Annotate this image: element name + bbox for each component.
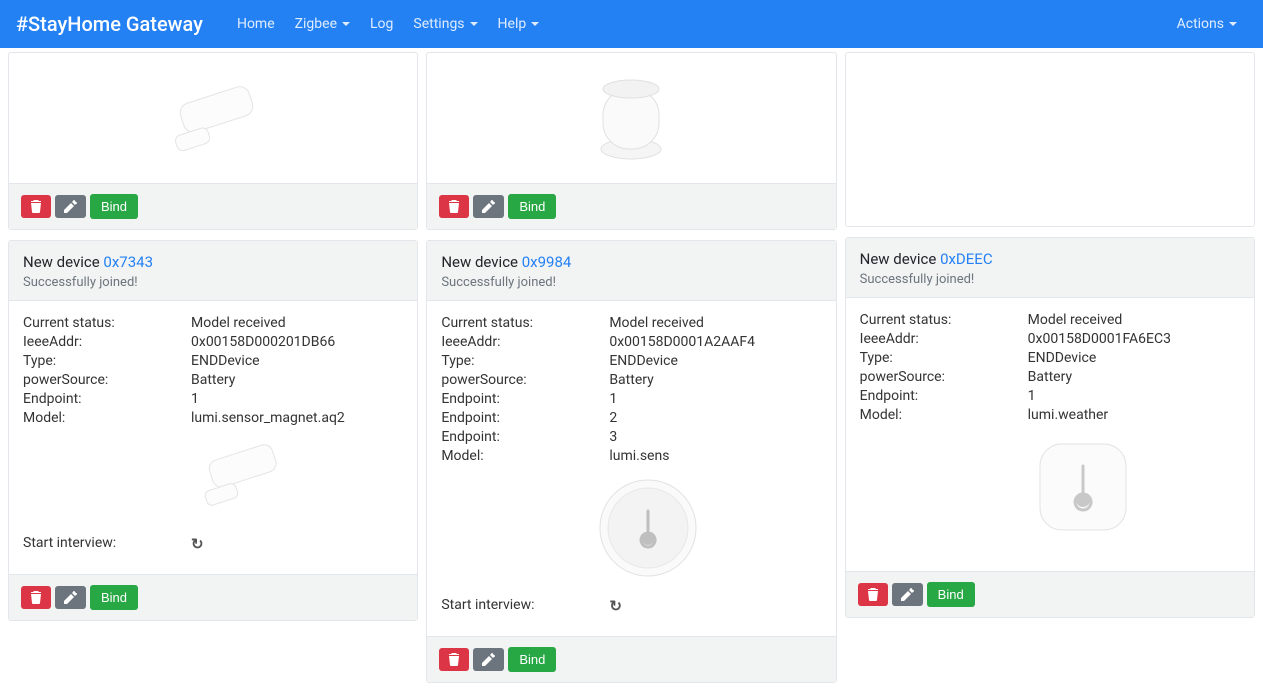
nav-home[interactable]: Home [227, 10, 285, 38]
device-title: New device 0x9984 [441, 253, 821, 271]
temperature-sensor-icon [593, 473, 703, 583]
bind-button[interactable]: Bind [90, 585, 138, 610]
column-1: Bind New device 0x7343 Successfully join… [8, 52, 418, 683]
bind-button[interactable]: Bind [90, 194, 138, 219]
trash-icon [30, 591, 42, 604]
navbar: #StayHome Gateway Home Zigbee Log Settin… [0, 0, 1263, 48]
device-image [23, 429, 403, 527]
trash-icon [867, 588, 879, 601]
edit-button[interactable] [55, 586, 86, 609]
contact-sensor-icon [158, 78, 268, 158]
edit-button[interactable] [473, 648, 504, 671]
edit-icon [482, 200, 495, 213]
delete-button[interactable] [439, 648, 469, 671]
device-image [9, 53, 417, 183]
weather-sensor-icon [1028, 436, 1138, 541]
edit-button[interactable] [892, 583, 923, 606]
device-subtitle: Successfully joined! [23, 275, 403, 290]
edit-button[interactable] [55, 195, 86, 218]
card-body: Current status:Model received IeeeAddr:0… [427, 301, 835, 636]
column-3: New device 0xDEEC Successfully joined! C… [845, 52, 1255, 683]
device-card-top: Bind [8, 52, 418, 230]
edit-icon [64, 200, 77, 213]
start-interview-label: Start interview: [441, 597, 609, 615]
card-footer: Bind [427, 183, 835, 229]
nav-links: Home Zigbee Log Settings Help [227, 10, 549, 38]
nav-settings[interactable]: Settings [403, 10, 487, 38]
card-header: New device 0xDEEC Successfully joined! [846, 238, 1254, 298]
device-card: New device 0xDEEC Successfully joined! C… [845, 237, 1255, 618]
bind-button[interactable]: Bind [508, 647, 556, 672]
contact-sensor-icon [191, 439, 291, 515]
card-header: New device 0x9984 Successfully joined! [427, 241, 835, 301]
motion-sensor-icon [586, 71, 676, 166]
brand[interactable]: #StayHome Gateway [16, 12, 203, 36]
device-link[interactable]: 0xDEEC [940, 250, 993, 268]
card-footer: Bind [427, 636, 835, 682]
device-card-top: Bind [426, 52, 836, 230]
device-image [441, 467, 821, 589]
device-title: New device 0x7343 [23, 253, 403, 271]
nav-log[interactable]: Log [360, 10, 403, 38]
nav-zigbee[interactable]: Zigbee [285, 10, 360, 38]
delete-button[interactable] [21, 586, 51, 609]
trash-icon [448, 653, 460, 666]
trash-icon [448, 200, 460, 213]
delete-button[interactable] [858, 583, 888, 606]
card-footer: Bind [846, 571, 1254, 617]
device-link[interactable]: 0x9984 [522, 253, 572, 271]
device-card-top [845, 52, 1255, 227]
bind-button[interactable]: Bind [508, 194, 556, 219]
device-subtitle: Successfully joined! [441, 275, 821, 290]
trash-icon [30, 200, 42, 213]
device-link[interactable]: 0x7343 [103, 253, 153, 271]
refresh-icon[interactable]: ↻ [191, 535, 204, 553]
card-body: Current status:Model received IeeeAddr:0… [846, 298, 1254, 571]
device-card: New device 0x7343 Successfully joined! C… [8, 240, 418, 621]
refresh-icon[interactable]: ↻ [609, 597, 622, 615]
chevron-down-icon [1229, 22, 1237, 26]
column-2: Bind New device 0x9984 Successfully join… [426, 52, 836, 683]
device-grid: Bind New device 0x7343 Successfully join… [0, 48, 1263, 691]
chevron-down-icon [470, 22, 478, 26]
device-subtitle: Successfully joined! [860, 272, 1240, 287]
nav-help[interactable]: Help [488, 10, 550, 38]
device-image [427, 53, 835, 183]
edit-icon [482, 653, 495, 666]
device-title: New device 0xDEEC [860, 250, 1240, 268]
chevron-down-icon [342, 22, 350, 26]
nav-actions[interactable]: Actions [1167, 10, 1247, 38]
delete-button[interactable] [21, 195, 51, 218]
edit-icon [64, 591, 77, 604]
device-image [860, 426, 1240, 553]
delete-button[interactable] [439, 195, 469, 218]
card-header: New device 0x7343 Successfully joined! [9, 241, 417, 301]
edit-icon [901, 588, 914, 601]
card-body: Current status:Model received IeeeAddr:0… [9, 301, 417, 574]
device-card: New device 0x9984 Successfully joined! C… [426, 240, 836, 683]
card-footer: Bind [9, 574, 417, 620]
chevron-down-icon [531, 22, 539, 26]
edit-button[interactable] [473, 195, 504, 218]
bind-button[interactable]: Bind [927, 582, 975, 607]
device-image [846, 53, 1254, 226]
card-footer: Bind [9, 183, 417, 229]
start-interview-label: Start interview: [23, 535, 191, 553]
